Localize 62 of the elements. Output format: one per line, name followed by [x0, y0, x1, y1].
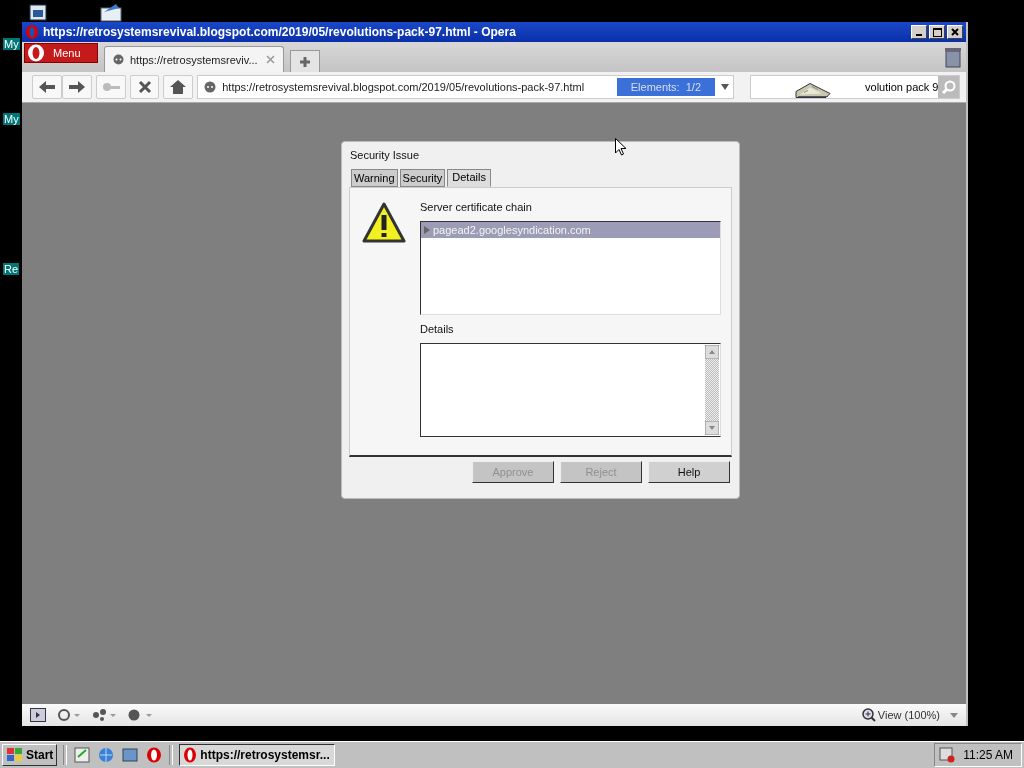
forward-arrow-icon — [69, 81, 85, 93]
chain-label: Server certificate chain — [420, 201, 533, 213]
maximize-button[interactable] — [929, 25, 945, 39]
browser-tab[interactable]: https://retrosystemsreviv... — [104, 46, 284, 72]
desktop-icon-label[interactable]: Re — [3, 263, 20, 275]
globe-icon — [204, 81, 217, 93]
window-icon[interactable] — [28, 3, 48, 23]
url-text: https://retrosystemsrevival.blogspot.com/2019/05/revolutions-pack-97.html — [222, 81, 586, 93]
details-label: Details — [420, 323, 455, 335]
globe-icon — [113, 54, 124, 65]
warning-icon — [362, 202, 406, 244]
close-icon — [951, 28, 959, 36]
dropdown-arrow-icon[interactable] — [721, 84, 730, 90]
stop-icon — [137, 80, 152, 94]
plus-icon — [299, 55, 311, 68]
panel-toggle-icon[interactable] — [30, 708, 46, 722]
minimize-button[interactable] — [911, 25, 927, 39]
scrollbar[interactable] — [704, 344, 720, 436]
dropdown-arrow-icon[interactable] — [950, 712, 958, 718]
desktop-icon[interactable] — [121, 747, 140, 763]
desktop-icon-label[interactable]: My — [3, 113, 20, 125]
dialog-tab[interactable]: Security — [399, 169, 446, 187]
close-icon[interactable] — [266, 55, 275, 64]
dialog-title: Security Issue — [350, 149, 420, 161]
menu-button[interactable]: Menu — [24, 43, 98, 63]
dialog-button[interactable]: Help — [648, 461, 730, 483]
home-button[interactable] — [163, 75, 194, 99]
opera-logo-icon[interactable] — [145, 747, 164, 763]
clock: 11:25 AM — [963, 748, 1013, 762]
window-title: https://retrosystemsrevival.blogspot.com/2019/05/revolutions-pack-97.html - Opera — [43, 25, 517, 39]
windows-logo-icon — [6, 747, 24, 763]
details-field[interactable] — [420, 343, 721, 437]
taskbar-button[interactable]: https://retrosystemsr... — [179, 744, 336, 766]
new-tab-button[interactable] — [290, 50, 320, 72]
start-button[interactable]: Start — [2, 744, 58, 766]
scroll-up-icon[interactable] — [705, 345, 719, 359]
close-button[interactable] — [947, 25, 963, 39]
desktop-icon-label[interactable]: My — [3, 38, 20, 50]
share-icon[interactable] — [92, 709, 118, 721]
search-field[interactable]: volution pack 9 — [750, 75, 961, 99]
stop-button[interactable] — [129, 75, 160, 99]
zoom-icon[interactable] — [861, 708, 876, 722]
mail-icon[interactable] — [98, 2, 124, 22]
forward-button[interactable] — [62, 75, 92, 99]
address-field[interactable]: https://retrosystemsrevival.blogspot.com/2019/05/revolutions-pack-97.html Elements: 1/2 — [197, 75, 735, 99]
scroll-down-icon[interactable] — [705, 421, 719, 435]
elements-badge[interactable]: Elements: 1/2 — [616, 78, 716, 96]
maximize-icon — [932, 27, 942, 37]
dialog-tab[interactable]: Warning — [351, 169, 398, 187]
opera-logo-icon — [27, 44, 45, 62]
zoom-button[interactable]: View (100%) — [877, 709, 940, 721]
notepad-icon[interactable] — [73, 747, 92, 763]
search-icon — [941, 80, 956, 94]
mouse-cursor-icon — [615, 138, 627, 156]
trash-icon[interactable] — [944, 46, 962, 68]
opera-logo-icon — [183, 747, 198, 763]
back-button[interactable] — [32, 75, 62, 99]
key-icon — [101, 82, 120, 92]
home-icon — [170, 80, 187, 94]
back-arrow-icon — [39, 81, 55, 93]
opera-logo-icon — [25, 24, 39, 40]
dialog-tab[interactable]: Details — [447, 169, 491, 187]
